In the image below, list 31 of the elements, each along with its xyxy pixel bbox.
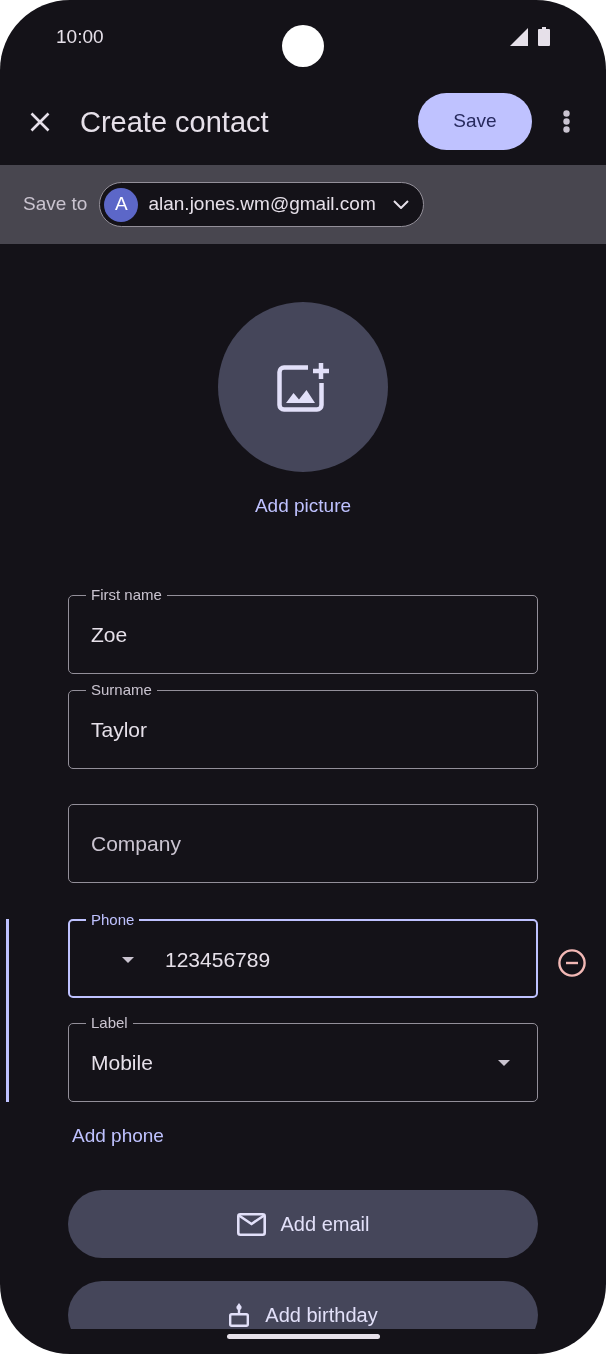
add-phone-link[interactable]: Add phone — [72, 1125, 164, 1147]
phone-field[interactable]: Phone 123456789 — [68, 912, 538, 998]
add-image-icon — [277, 362, 329, 412]
add-birthday-button[interactable]: Add birthday — [68, 1281, 538, 1329]
account-dropdown[interactable]: A alan.jones.wm@gmail.com — [99, 182, 424, 227]
text-field[interactable]: First name Zoe — [68, 587, 538, 674]
camera-cutout-icon — [282, 25, 324, 67]
field-label: Label — [90, 1015, 129, 1031]
save-button[interactable]: Save — [418, 93, 532, 150]
caret-down-icon[interactable] — [122, 957, 134, 963]
more-options-icon[interactable] — [563, 110, 570, 133]
status-time: 10:00 — [56, 26, 104, 48]
caret-down-icon[interactable] — [498, 1060, 510, 1066]
text-field[interactable]: Company — [68, 804, 538, 883]
add-picture-link[interactable]: Add picture — [254, 495, 352, 517]
field-label: Phone — [90, 912, 136, 928]
mail-icon — [236, 1212, 266, 1236]
add-email-button[interactable]: Add email — [68, 1190, 538, 1258]
cake-icon — [228, 1303, 251, 1327]
signal-icon — [510, 28, 528, 46]
screen-title: Create contact — [80, 104, 270, 139]
account-avatar: A — [104, 187, 139, 222]
text-field[interactable]: Surname Taylor — [68, 682, 538, 769]
label-dropdown[interactable]: Label Mobile — [68, 1015, 538, 1102]
save-to-label: Save to — [23, 192, 88, 217]
field-label: First name — [90, 587, 163, 603]
battery-icon — [538, 27, 550, 46]
field-label: Surname — [90, 682, 153, 698]
chevron-down-icon[interactable] — [392, 200, 409, 209]
remove-icon[interactable] — [558, 948, 586, 977]
close-icon[interactable] — [30, 111, 50, 132]
